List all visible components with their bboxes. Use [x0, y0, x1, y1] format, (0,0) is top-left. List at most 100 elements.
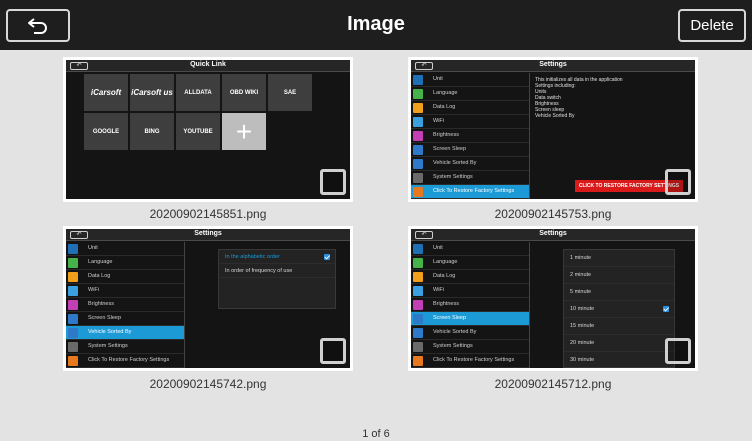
- settings-item-icon: [413, 187, 423, 197]
- settings-menu-item: Language: [411, 87, 529, 101]
- restore-info-text: This initializes all data in the applica…: [535, 77, 623, 119]
- image-filename: 20200902145753.png: [494, 207, 612, 221]
- checkmark-icon: [663, 306, 669, 312]
- sort-options-panel: In the alphabetic order In order of frequ…: [218, 249, 336, 309]
- settings-item-icon: [413, 328, 423, 338]
- image-thumbnail: ↶ Settings Unit Language Data Log WiFi Bright…: [411, 60, 695, 199]
- top-bar: Image Delete: [0, 0, 752, 50]
- quick-link-tile: ALLDATA: [176, 74, 220, 111]
- settings-item-icon: [413, 145, 423, 155]
- quick-link-tile: SAE: [268, 74, 312, 111]
- settings-menu-item: Unit: [66, 242, 184, 256]
- image-filename: 20200902145742.png: [149, 377, 267, 391]
- settings-menu-item: System Settings: [66, 340, 184, 354]
- settings-menu-item: Data Log: [411, 270, 529, 284]
- settings-menu-item: Click To Restore Factory Settings: [411, 185, 529, 199]
- option-row: 15 minute: [564, 318, 674, 335]
- quick-link-tile: YOUTUBE: [176, 113, 220, 150]
- settings-menu-item: System Settings: [411, 340, 529, 354]
- settings-item-icon: [413, 286, 423, 296]
- checkmark-icon: [324, 254, 330, 260]
- image-filename: 20200902145712.png: [494, 377, 612, 391]
- settings-menu-item: WiFi: [66, 284, 184, 298]
- image-card[interactable]: ↶ Settings Unit Language Data Log WiFi Bright…: [408, 226, 698, 371]
- settings-item-icon: [413, 272, 423, 282]
- select-checkbox[interactable]: [665, 169, 691, 195]
- settings-item-icon: [413, 117, 423, 127]
- settings-menu-item: Unit: [411, 242, 529, 256]
- settings-menu-item: Unit: [411, 73, 529, 87]
- option-row: 20 minute: [564, 335, 674, 352]
- image-thumbnail: ↶ Settings Unit Language Data Log WiFi Bright…: [66, 229, 350, 368]
- settings-menu-item: Language: [66, 256, 184, 270]
- page-indicator: 1 of 6: [362, 428, 390, 440]
- settings-menu: Unit Language Data Log WiFi Brightness Screen…: [411, 73, 529, 199]
- quick-link-tile: OBD WIKI: [222, 74, 266, 111]
- settings-item-icon: [68, 244, 78, 254]
- settings-menu: Unit Language Data Log WiFi Brightness Screen…: [66, 242, 184, 368]
- image-filename: 20200902145851.png: [149, 207, 267, 221]
- settings-item-icon: [413, 75, 423, 85]
- settings-item-icon: [413, 244, 423, 254]
- option-row: 5 minute: [564, 284, 674, 301]
- settings-menu-item: Vehicle Sorted By: [411, 157, 529, 171]
- quick-link-tile: iCarsoft us: [130, 74, 174, 111]
- settings-menu-item: Vehicle Sorted By: [411, 326, 529, 340]
- settings-item-icon: [68, 342, 78, 352]
- image-thumbnail: ↶ Settings Unit Language Data Log WiFi Bright…: [411, 229, 695, 368]
- settings-item-icon: [68, 328, 78, 338]
- option-row: 2 minute: [564, 267, 674, 284]
- option-row: In the alphabetic order: [219, 250, 335, 264]
- settings-menu-item: Screen Sleep: [411, 143, 529, 157]
- settings-menu: Unit Language Data Log WiFi Brightness Screen…: [411, 242, 529, 368]
- settings-item-icon: [413, 159, 423, 169]
- settings-menu-item: Click To Restore Factory Settings: [411, 354, 529, 368]
- option-row: 1 minute: [564, 250, 674, 267]
- add-link-icon: +: [222, 113, 266, 150]
- settings-menu-item: Brightness: [411, 298, 529, 312]
- settings-menu-item: Data Log: [411, 101, 529, 115]
- option-row: 30 minute: [564, 352, 674, 368]
- option-row: In order of frequency of use: [219, 264, 335, 278]
- settings-item-icon: [413, 258, 423, 268]
- select-checkbox[interactable]: [320, 169, 346, 195]
- settings-item-icon: [68, 286, 78, 296]
- settings-item-icon: [413, 356, 423, 366]
- select-checkbox[interactable]: [665, 338, 691, 364]
- settings-item-icon: [413, 131, 423, 141]
- settings-menu-item: Click To Restore Factory Settings: [66, 354, 184, 368]
- settings-menu-item: Screen Sleep: [66, 312, 184, 326]
- option-row: 10 minute: [564, 301, 674, 318]
- settings-item-icon: [68, 272, 78, 282]
- settings-menu-item: Brightness: [66, 298, 184, 312]
- select-checkbox[interactable]: [320, 338, 346, 364]
- settings-menu-item: WiFi: [411, 115, 529, 129]
- page-title: Image: [347, 13, 405, 35]
- image-card[interactable]: ↶ Quick Link iCarsoft iCarsoft us ALLDATA…: [63, 57, 353, 202]
- image-card[interactable]: ↶ Settings Unit Language Data Log WiFi Bright…: [63, 226, 353, 371]
- image-card[interactable]: ↶ Settings Unit Language Data Log WiFi Bright…: [408, 57, 698, 202]
- settings-item-icon: [413, 89, 423, 99]
- settings-menu-item: Vehicle Sorted By: [66, 326, 184, 340]
- settings-item-icon: [413, 300, 423, 310]
- settings-item-icon: [413, 173, 423, 183]
- settings-item-icon: [68, 258, 78, 268]
- delete-button[interactable]: Delete: [678, 9, 746, 42]
- quick-link-tile: BING: [130, 113, 174, 150]
- settings-item-icon: [68, 356, 78, 366]
- settings-item-icon: [413, 342, 423, 352]
- settings-item-icon: [413, 103, 423, 113]
- settings-menu-item: System Settings: [411, 171, 529, 185]
- settings-menu-item: Language: [411, 256, 529, 270]
- quick-link-tile: GOOGLE: [84, 113, 128, 150]
- settings-menu-item: Screen Sleep: [411, 312, 529, 326]
- quick-link-tile: iCarsoft: [84, 74, 128, 111]
- settings-menu-item: Brightness: [411, 129, 529, 143]
- settings-menu-item: WiFi: [411, 284, 529, 298]
- settings-item-icon: [68, 300, 78, 310]
- settings-item-icon: [413, 314, 423, 324]
- quick-link-grid: iCarsoft iCarsoft us ALLDATA OBD WIKI SA…: [84, 74, 312, 150]
- settings-menu-item: Data Log: [66, 270, 184, 284]
- image-thumbnail: ↶ Quick Link iCarsoft iCarsoft us ALLDATA…: [66, 60, 350, 199]
- settings-item-icon: [68, 314, 78, 324]
